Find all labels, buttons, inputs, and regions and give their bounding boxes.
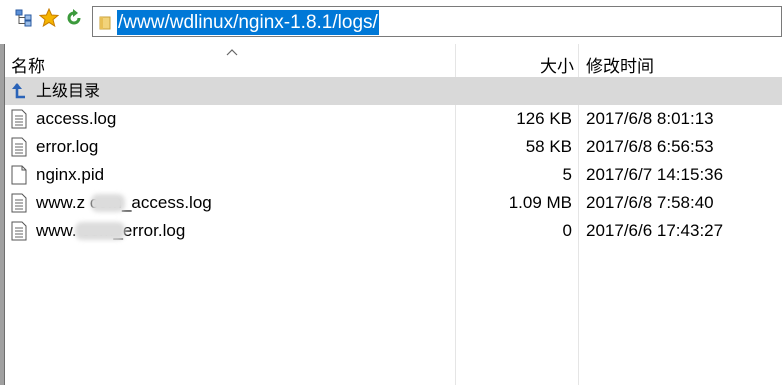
file-name: error.log [36,137,99,156]
parent-dir-arrow-icon [12,83,25,99]
file-modified: 2017/6/6 17:43:27 [586,221,724,240]
file-modified: 2017/6/8 7:58:40 [586,193,714,212]
bookmark-star-icon[interactable] [39,8,59,28]
folder-icon [99,16,111,30]
blank-file-icon [11,165,27,185]
file-name: access.log [36,109,117,128]
text-file-icon [11,221,27,241]
table-row[interactable]: www. com_error.log 0 2017/6/6 17:43:27 [5,217,782,245]
table-row[interactable]: error.log 58 KB 2017/6/8 6:56:53 [5,133,782,161]
column-header-size[interactable]: 大小 [456,56,574,78]
file-size: 1.09 MB [508,193,572,212]
table-row[interactable]: nginx.pid 5 2017/6/7 14:15:36 [5,161,782,189]
toolbar: /www/wdlinux/nginx-1.8.1/logs/ [0,0,782,44]
path-text: /www/wdlinux/nginx-1.8.1/logs/ [117,10,379,35]
text-file-icon [11,193,27,213]
file-modified: 2017/6/8 8:01:13 [586,109,714,128]
file-name: nginx.pid [36,165,105,184]
column-header-modified[interactable]: 修改时间 [586,56,654,78]
file-modified: 2017/6/7 14:15:36 [586,165,724,184]
redaction-blur [75,222,125,240]
text-file-icon [11,137,27,157]
path-input[interactable]: /www/wdlinux/nginx-1.8.1/logs/ [92,6,782,37]
text-file-icon [11,109,27,129]
tree-icon[interactable] [14,8,34,28]
file-size: 126 KB [516,109,572,128]
redaction-blur [91,194,125,212]
sort-ascending-icon [226,49,238,56]
refresh-icon[interactable] [64,8,84,28]
parent-dir-row[interactable]: 上级目录 [5,77,782,105]
file-list: 名称 大小 修改时间 上级目录 access.log 126 KB 2017/6… [5,44,782,385]
column-header-name[interactable]: 名称 [11,56,45,78]
file-modified: 2017/6/8 6:56:53 [586,137,714,156]
file-size: 0 [562,221,572,240]
table-row[interactable]: access.log 126 KB 2017/6/8 8:01:13 [5,105,782,133]
file-size: 5 [562,165,572,184]
parent-dir-label: 上级目录 [36,81,101,100]
table-row[interactable]: www.z com_access.log 1.09 MB 2017/6/8 7:… [5,189,782,217]
list-header: 名称 大小 修改时间 [5,48,782,78]
file-size: 58 KB [525,137,572,156]
